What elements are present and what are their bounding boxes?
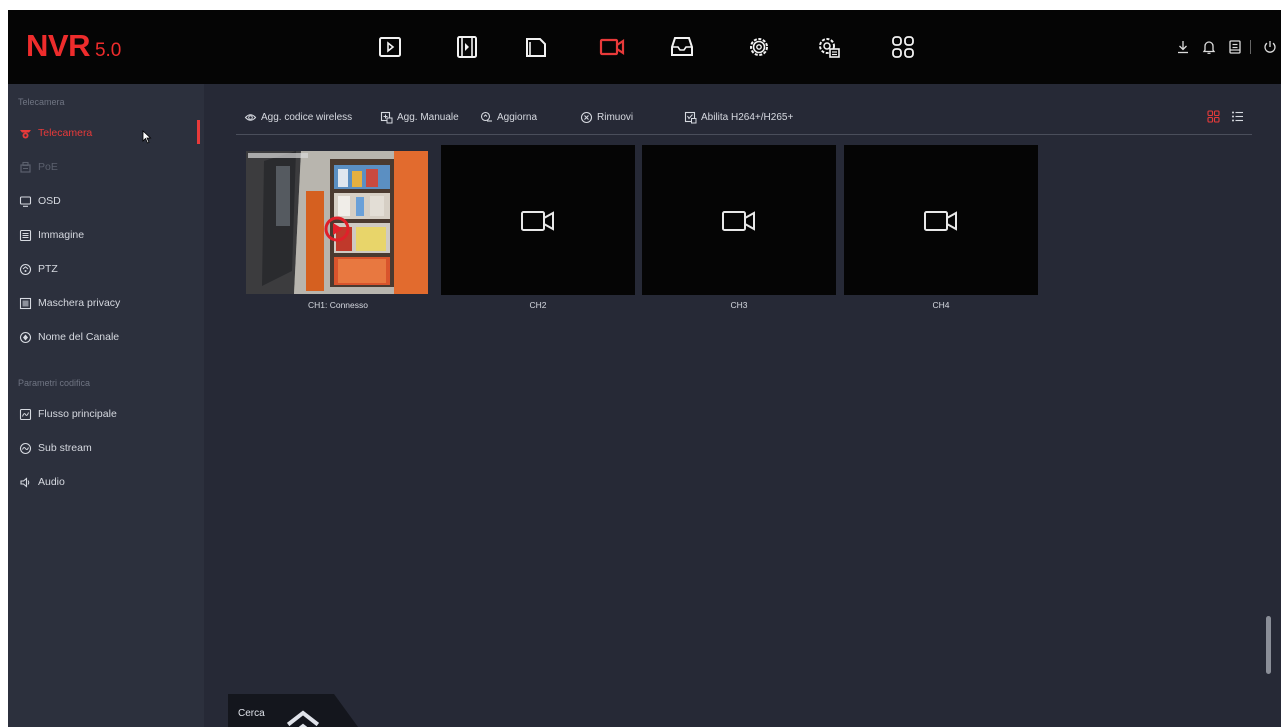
scrollbar-thumb[interactable] <box>1266 616 1271 674</box>
camera-live-preview <box>246 151 428 294</box>
sidebar-section-camera: Telecamera <box>18 97 65 107</box>
sidebar-item-label: Immagine <box>38 229 85 241</box>
nvr-app-window: NVR 5.0 Telecamera Telecamera PoE OSD Im… <box>8 10 1281 727</box>
sidebar-item-poe[interactable]: PoE <box>8 154 204 180</box>
playback-icon[interactable] <box>375 32 405 62</box>
video-clip-icon[interactable] <box>452 32 482 62</box>
logo-brand: NVR <box>26 28 90 63</box>
file-folder-icon[interactable] <box>521 32 551 62</box>
chevron-up-double-icon <box>286 710 320 727</box>
toolbar-separator <box>1250 40 1251 54</box>
logo-version: 5.0 <box>94 40 122 61</box>
poe-icon <box>18 160 32 174</box>
sidebar-item-telecamera[interactable]: Telecamera <box>8 120 204 146</box>
sidebar-item-label: Maschera privacy <box>38 297 121 309</box>
sidebar-item-label: PTZ <box>38 263 58 275</box>
settings-gear-icon[interactable] <box>744 32 774 62</box>
channel-name-icon <box>18 330 32 344</box>
app-logo: NVR 5.0 <box>26 28 121 64</box>
search-tab-label-group: Cerca <box>238 708 320 727</box>
active-item-indicator <box>197 120 200 144</box>
sidebar-section-encoding: Parametri codifica <box>18 378 91 388</box>
sidebar-item-label: Telecamera <box>38 127 93 139</box>
top-right-toolbar <box>1168 36 1281 58</box>
toolbar-divider <box>236 134 1252 135</box>
codec-icon <box>684 111 697 123</box>
refresh-button[interactable]: Aggiorna <box>480 108 537 126</box>
bell-icon[interactable] <box>1198 36 1220 58</box>
refresh-icon <box>480 111 492 122</box>
sidebar-item-label: Flusso principale <box>38 408 117 420</box>
channel-label-ch2: CH2 <box>529 300 547 310</box>
sidebar-item-label: PoE <box>38 161 58 173</box>
sidebar-item-osd[interactable]: OSD <box>8 188 204 214</box>
sidebar: Telecamera Telecamera PoE OSD Immagine P… <box>8 84 204 727</box>
enable-h264-h265-label: Abilita H264+/H265+ <box>701 111 794 123</box>
channel-label-ch1: CH1: Connesso <box>307 300 368 310</box>
search-tab[interactable]: Cerca <box>228 694 358 727</box>
sidebar-item-nome-del-canale[interactable]: Nome del Canale <box>8 324 204 350</box>
channel-label-ch3: CH3 <box>730 300 748 310</box>
system-settings-icon[interactable] <box>814 32 844 62</box>
audio-icon <box>18 475 32 489</box>
camera-icon[interactable] <box>597 32 627 62</box>
image-icon <box>18 228 32 242</box>
sidebar-item-ptz[interactable]: PTZ <box>8 256 204 282</box>
sidebar-item-label: Sub stream <box>38 442 92 454</box>
add-manual-label: Agg. Manuale <box>397 111 459 123</box>
sidebar-item-label: Audio <box>38 476 65 488</box>
channel-tile-ch4[interactable] <box>844 145 1038 295</box>
wireless-add-icon <box>244 113 257 121</box>
grid-view-icon[interactable] <box>1205 108 1221 124</box>
list-view-icon[interactable] <box>1229 108 1245 124</box>
camera-icon <box>18 126 32 140</box>
add-wireless-code-label: Agg. codice wireless <box>261 111 353 123</box>
camera-placeholder-icon <box>722 211 755 231</box>
download-icon[interactable] <box>1172 36 1194 58</box>
sidebar-item-label: OSD <box>38 195 61 207</box>
remove-label: Rimuovi <box>597 111 634 123</box>
apps-grid-icon[interactable] <box>888 32 918 62</box>
camera-placeholder-icon <box>924 211 957 231</box>
privacy-mask-icon <box>18 296 32 310</box>
refresh-label: Aggiorna <box>497 111 538 123</box>
channel-label-ch4: CH4 <box>932 300 950 310</box>
sidebar-item-label: Nome del Canale <box>38 331 120 343</box>
top-navigation-bar: NVR 5.0 <box>8 10 1281 84</box>
monitor-icon <box>18 194 32 208</box>
sidebar-item-sub-stream[interactable]: Sub stream <box>8 435 204 461</box>
sidebar-item-audio[interactable]: Audio <box>8 469 204 495</box>
remove-button[interactable]: Rimuovi <box>580 108 633 126</box>
user-account-icon[interactable] <box>1224 36 1246 58</box>
channel-tile-ch2[interactable] <box>441 145 635 295</box>
remove-icon <box>580 111 593 123</box>
sidebar-item-maschera-privacy[interactable]: Maschera privacy <box>8 290 204 316</box>
enable-h264-h265-button[interactable]: Abilita H264+/H265+ <box>684 108 793 126</box>
ptz-icon <box>18 262 32 276</box>
main-stream-icon <box>18 407 32 421</box>
add-wireless-code-button[interactable]: Agg. codice wireless <box>244 108 352 126</box>
scrollbar-track <box>1266 148 1271 688</box>
channel-tile-ch1[interactable] <box>246 151 428 294</box>
add-manual-button[interactable]: Agg. Manuale <box>380 108 459 126</box>
manual-add-icon <box>380 111 393 123</box>
channel-tile-ch3[interactable] <box>642 145 836 295</box>
storage-icon[interactable] <box>667 32 697 62</box>
mouse-cursor-icon <box>142 130 152 144</box>
camera-toolbar: Agg. codice wireless Agg. Manuale Aggior… <box>236 104 1252 130</box>
camera-placeholder-icon <box>521 211 554 231</box>
sidebar-item-immagine[interactable]: Immagine <box>8 222 204 248</box>
sidebar-item-flusso-principale[interactable]: Flusso principale <box>8 401 204 427</box>
sub-stream-icon <box>18 441 32 455</box>
power-icon[interactable] <box>1259 36 1281 58</box>
